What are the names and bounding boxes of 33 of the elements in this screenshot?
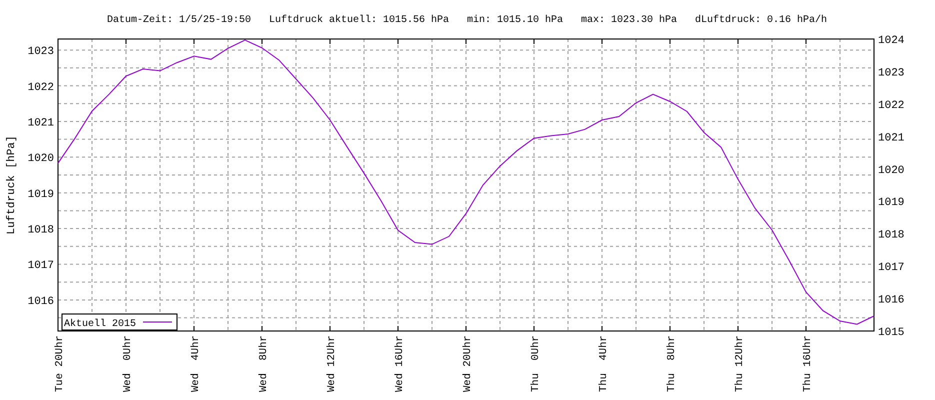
x-tick-label: Wed 16Uhr xyxy=(394,335,406,392)
y-tick-label: 1018 xyxy=(878,230,904,242)
y-tick-label: 1023 xyxy=(28,46,54,58)
x-tick-label: Wed 4Uhr xyxy=(190,335,202,392)
y-tick-label: 1020 xyxy=(878,164,904,177)
y-tick-label: 1022 xyxy=(878,100,904,112)
y-tick-label: 1015 xyxy=(878,327,904,339)
x-tick-label: Thu 12Uhr xyxy=(734,335,746,392)
x-tick-label: Wed 20Uhr xyxy=(462,335,474,392)
legend-label: Aktuell 2015 xyxy=(64,319,136,330)
y-tick-label: 1019 xyxy=(28,188,54,201)
y-tick-label: 1017 xyxy=(28,260,54,272)
y-tick-label: 1017 xyxy=(878,262,904,274)
x-tick-label: Thu 4Uhr xyxy=(598,335,610,392)
x-tick-label: Wed 0Uhr xyxy=(122,335,134,392)
x-tick-label: Wed 8Uhr xyxy=(258,335,270,392)
y-tick-label: 1016 xyxy=(878,294,904,307)
y-tick-label: 1024 xyxy=(878,35,904,47)
x-tick-label: Thu 8Uhr xyxy=(666,335,678,392)
y-tick-label: 1019 xyxy=(878,197,904,210)
y-tick-label: 1016 xyxy=(28,296,54,308)
y-tick-label: 1020 xyxy=(28,153,54,166)
y-axis-label: Luftdruck [hPa] xyxy=(6,135,18,235)
y-tick-label: 1018 xyxy=(28,224,54,237)
y-tick-label: 1021 xyxy=(28,117,54,130)
y-tick-label: 1022 xyxy=(28,82,54,94)
x-tick-label: Thu 16Uhr xyxy=(802,335,814,392)
x-tick-label: Tue 20Uhr xyxy=(54,335,66,392)
y-tick-label: 1021 xyxy=(878,132,904,144)
x-tick-label: Wed 12Uhr xyxy=(326,335,338,392)
chart-title: Datum-Zeit: 1/5/25-19:50 Luftdruck aktuell: 1015.56 hPa min: 1015.10 hPa max: 1023.30 hPa dLuftdruck: 0.16 hPa/h xyxy=(106,15,828,26)
y-tick-label: 1023 xyxy=(878,67,904,80)
x-tick-label: Thu 0Uhr xyxy=(530,335,542,392)
